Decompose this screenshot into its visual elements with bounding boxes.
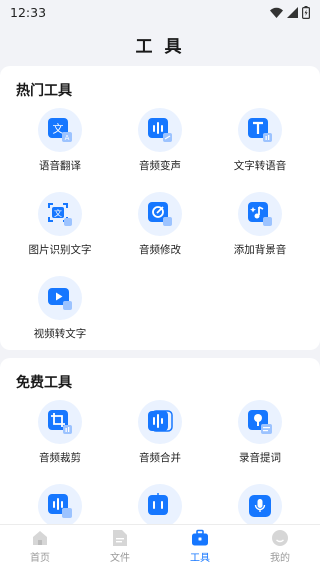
hot-tools-title: 热门工具 — [16, 83, 72, 99]
tool-text-to-speech[interactable]: 文字转语音 — [207, 108, 313, 173]
file-icon — [113, 530, 127, 546]
tool-teleprompter[interactable]: 录音提词 — [207, 400, 313, 465]
tool-label: 文字转语音 — [233, 160, 287, 172]
tool-voice-translate[interactable]: 文 A 语音翻译 — [7, 108, 113, 173]
tool-label: 视频转文字 — [33, 328, 87, 340]
tool-audio-edit[interactable]: 音频修改 — [107, 192, 213, 257]
tool-audio-crop[interactable]: 音频裁剪 — [7, 400, 113, 465]
bottom-tab-bar: 首页 文件 工具 我的 — [0, 524, 320, 568]
svg-text:A: A — [65, 134, 70, 142]
toolbox-icon — [192, 529, 208, 546]
tool-video-to-text[interactable]: 视频转文字 — [7, 276, 113, 341]
audio-crop-icon — [48, 410, 72, 434]
tool-label: 添加背景音 — [233, 244, 287, 256]
svg-text:文: 文 — [54, 208, 62, 218]
tab-tools[interactable]: 工具 — [160, 525, 240, 568]
audio-merge-icon — [148, 410, 173, 432]
tab-label: 我的 — [270, 553, 290, 564]
video-to-text-icon — [48, 288, 72, 310]
tool-audio-merge[interactable]: 音频合并 — [107, 400, 213, 465]
tool-background-music[interactable]: 添加背景音 — [207, 192, 313, 257]
teleprompter-icon — [248, 410, 272, 434]
page-title: 工 具 — [135, 36, 185, 57]
microphone-icon — [249, 495, 271, 517]
profile-icon — [272, 530, 288, 546]
voice-change-icon — [148, 118, 172, 142]
tool-label: 音频变声 — [139, 160, 181, 172]
text-to-speech-icon — [248, 118, 272, 142]
tool-partial-3[interactable] — [207, 484, 313, 528]
tab-label: 工具 — [190, 553, 210, 564]
background-music-icon — [248, 202, 272, 226]
status-icons — [270, 5, 310, 19]
tab-home[interactable]: 首页 — [0, 525, 80, 568]
cell-signal-icon — [287, 6, 298, 18]
free-tools-title: 免费工具 — [16, 375, 72, 391]
audio-edit-icon — [148, 202, 172, 226]
tool-partial-2[interactable] — [107, 484, 213, 528]
status-time: 12:33 — [10, 4, 47, 20]
tool-label: 音频合并 — [139, 452, 181, 464]
tool-label: 录音提词 — [239, 452, 281, 464]
tab-label: 文件 — [110, 553, 130, 564]
tool-label: 音频裁剪 — [39, 452, 81, 464]
tab-files[interactable]: 文件 — [80, 525, 160, 568]
wifi-icon — [270, 7, 283, 18]
status-bar: 12:33 — [0, 0, 320, 24]
translate-icon: 文 A — [48, 118, 72, 142]
audio-wave-icon — [48, 494, 72, 518]
tool-voice-change[interactable]: 音频变声 — [107, 108, 213, 173]
tool-ocr[interactable]: 文 图片识别文字 — [7, 192, 113, 257]
hot-tools-card: 热门工具 文 A 语音翻译 音频变声 文字转语音 文 图片识别文字 音频修改 添… — [0, 66, 320, 350]
svg-text:文: 文 — [53, 122, 64, 136]
tab-profile[interactable]: 我的 — [240, 525, 320, 568]
tool-partial-1[interactable] — [7, 484, 113, 528]
tool-label: 音频修改 — [139, 244, 181, 256]
ocr-icon: 文 — [48, 203, 72, 226]
tool-label: 语音翻译 — [39, 160, 81, 172]
home-icon — [33, 531, 47, 545]
tab-label: 首页 — [30, 553, 50, 564]
tool-label: 图片识别文字 — [28, 244, 92, 256]
battery-icon — [302, 5, 310, 19]
audio-split-icon — [148, 493, 168, 517]
